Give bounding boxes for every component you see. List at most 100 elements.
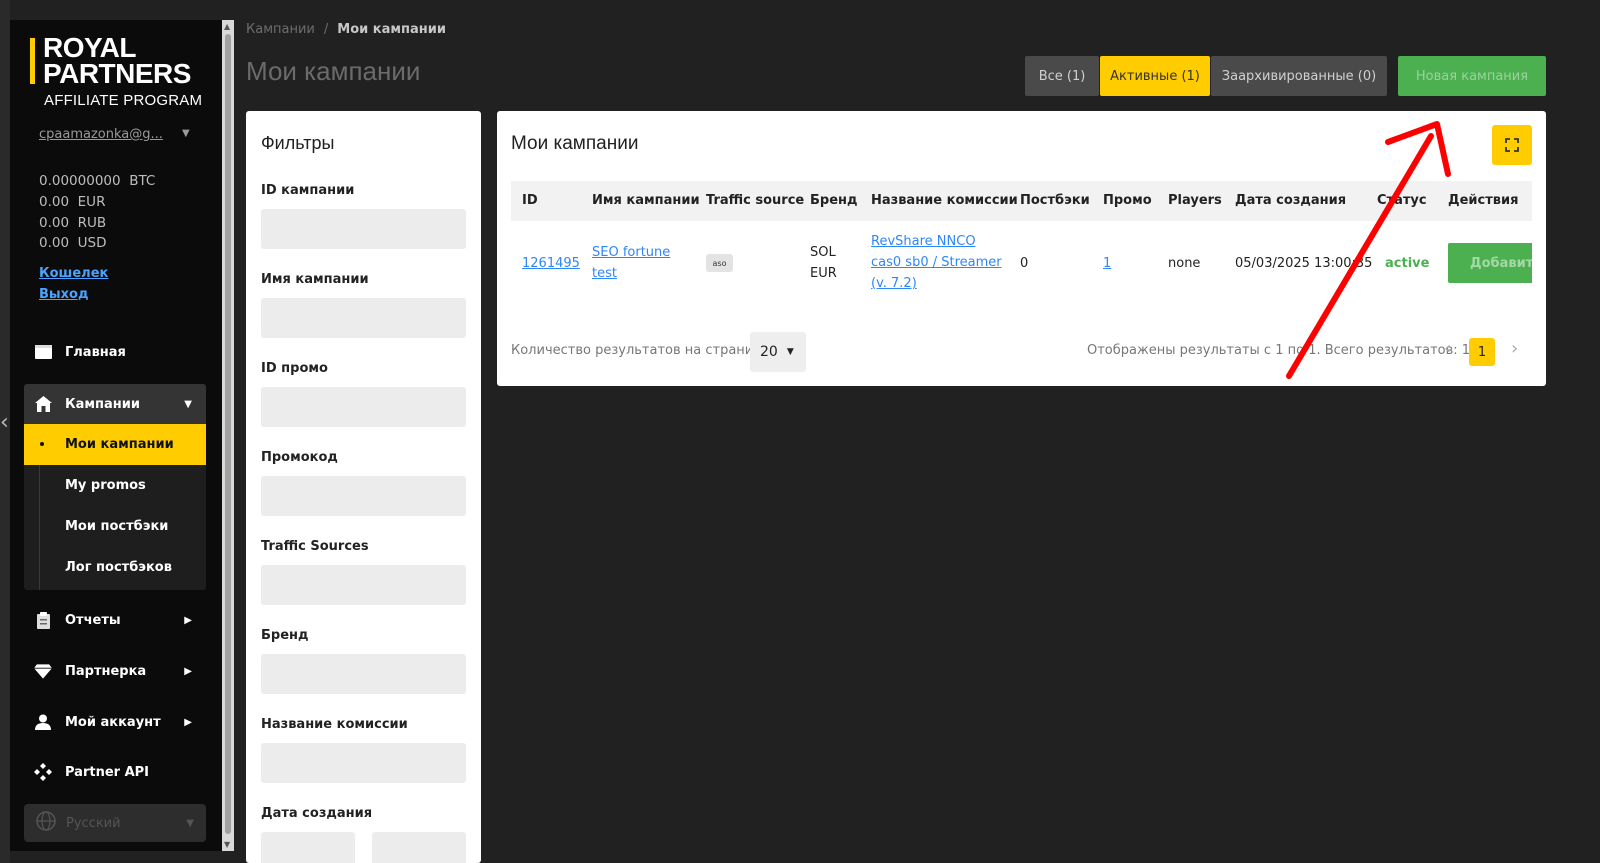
filter-archived-button[interactable]: Заархивированные (0) [1211, 56, 1387, 96]
expand-icon [1505, 138, 1519, 152]
filters-panel: Фильтры ID кампании Имя кампании ID пром… [246, 111, 481, 863]
commission-input[interactable] [261, 743, 466, 783]
api-icon [34, 763, 52, 781]
royal-partners-logo[interactable]: ROYAL PARTNERS AFFILIATE PROGRAM [30, 34, 220, 114]
logo-line3: AFFILIATE PROGRAM [44, 92, 203, 109]
date-from-input[interactable] [261, 832, 355, 863]
card-title: Мои кампании [511, 133, 639, 154]
sub-item-postback-log[interactable]: Лог постбэков [24, 547, 206, 588]
language-label: Русский [66, 815, 121, 831]
caret-down-icon: ▼ [786, 347, 794, 357]
commission-link-line2[interactable]: cas0 sb0 / Streamer [871, 252, 1002, 273]
nav-item-partner[interactable]: Партнерка ▶ [24, 651, 206, 691]
next-page-icon[interactable]: › [1511, 339, 1518, 359]
col-created[interactable]: Дата создания [1235, 193, 1346, 208]
filter-label-campaign-name: Имя кампании [261, 272, 369, 287]
diamond-icon [34, 662, 52, 680]
col-id[interactable]: ID [522, 193, 538, 208]
col-name[interactable]: Имя кампании [592, 193, 700, 208]
home-icon [34, 343, 52, 361]
breadcrumb-root[interactable]: Кампании [246, 22, 315, 37]
scrollbar-thumb[interactable] [225, 34, 231, 834]
campaign-id-link[interactable]: 1261495 [522, 253, 580, 274]
commission-link-line1[interactable]: RevShare NNCO [871, 231, 976, 252]
campaigns-table: ID Имя кампании Traffic source Бренд Наз… [511, 181, 1532, 301]
collapse-chevron-icon[interactable]: ‹ [0, 412, 9, 434]
nav-label-partner: Партнерка [65, 663, 147, 679]
traffic-sources-input[interactable] [261, 565, 466, 605]
nav-item-reports[interactable]: Отчеты ▶ [24, 600, 206, 640]
filter-label-campaign-id: ID кампании [261, 183, 355, 198]
active-dot [40, 442, 44, 446]
caret-down-icon: ▼ [184, 398, 192, 410]
filters-title: Фильтры [261, 133, 335, 153]
nav-item-partner-api[interactable]: Partner API [24, 752, 206, 792]
brand-line2: EUR [810, 266, 837, 281]
date-to-input[interactable] [372, 832, 466, 863]
filter-all-button[interactable]: Все (1) [1025, 56, 1099, 96]
promo-link[interactable]: 1 [1103, 253, 1111, 274]
promocode-input[interactable] [261, 476, 466, 516]
sub-item-my-postbacks[interactable]: Мои постбэки [24, 506, 206, 547]
nav-label-api: Partner API [65, 764, 150, 780]
col-postbacks[interactable]: Постбэки [1020, 193, 1090, 208]
nav-label-campaigns: Кампании [65, 396, 140, 412]
house-icon [34, 395, 52, 413]
logo-bar [30, 38, 35, 84]
col-actions: Действия [1448, 193, 1519, 208]
scroll-up-icon[interactable]: ▲ [224, 22, 230, 31]
created-date: 05/03/2025 13:00:35 [1235, 256, 1373, 271]
sub-item-my-promos[interactable]: My promos [24, 465, 206, 506]
nav-item-campaigns[interactable]: Кампании ▼ [24, 384, 206, 424]
clipboard-icon [34, 611, 52, 629]
logo-line2: PARTNERS [43, 58, 191, 89]
language-select[interactable]: Русский ▼ [24, 804, 206, 842]
col-promo[interactable]: Промо [1103, 193, 1152, 208]
nav-item-campaigns-row[interactable]: Кампании ▼ [24, 384, 206, 424]
wallet-link[interactable]: Кошелек [39, 266, 108, 281]
sub-label: My promos [65, 478, 146, 493]
user-email-dropdown[interactable]: cpaamazonka@g... [39, 127, 163, 142]
postbacks-value: 0 [1020, 256, 1029, 271]
prev-page-icon[interactable]: ‹ [1444, 339, 1451, 359]
col-commission[interactable]: Название комиссии [871, 193, 1018, 208]
sub-label: Мои кампании [65, 437, 174, 452]
balances-list: 0.00000000 BTC 0.00 EUR 0.00 RUB 0.00 US… [39, 171, 155, 254]
filter-label-commission: Название комиссии [261, 717, 408, 732]
logout-link[interactable]: Выход [39, 287, 88, 302]
brand-input[interactable] [261, 654, 466, 694]
caret-right-icon: ▶ [184, 665, 192, 677]
nav-label-account: Мой аккаунт [65, 714, 161, 730]
per-page-label: Количество результатов на странице [511, 343, 771, 358]
campaign-name-input[interactable] [261, 298, 466, 338]
balance-rub: 0.00 RUB [39, 214, 107, 231]
chevron-down-icon[interactable]: ▼ [182, 128, 190, 139]
nav-item-account[interactable]: Мой аккаунт ▶ [24, 702, 206, 742]
col-status[interactable]: Статус [1377, 193, 1427, 208]
scroll-down-icon[interactable]: ▼ [224, 840, 230, 849]
promo-id-input[interactable] [261, 387, 466, 427]
filter-label-traffic-sources: Traffic Sources [261, 539, 369, 554]
fullscreen-button[interactable] [1492, 125, 1532, 165]
nav-item-home[interactable]: Главная [24, 332, 206, 372]
balance-btc: 0.00000000 BTC [39, 173, 156, 189]
col-players[interactable]: Players [1168, 193, 1222, 208]
sub-item-my-campaigns[interactable]: Мои кампании [24, 424, 206, 465]
add-button[interactable]: Добавить [1448, 243, 1532, 283]
col-brand[interactable]: Бренд [810, 193, 858, 208]
new-campaign-button[interactable]: Новая кампания [1398, 56, 1546, 96]
campaign-name-link-line2[interactable]: test [592, 263, 617, 284]
current-page-button[interactable]: 1 [1469, 338, 1495, 366]
col-traffic-source[interactable]: Traffic source [706, 193, 804, 208]
table-header: ID Имя кампании Traffic source Бренд Наз… [511, 181, 1532, 221]
filter-label-promo-id: ID промо [261, 361, 328, 376]
sidebar-scrollbar[interactable]: ▲ ▼ [222, 20, 234, 851]
campaign-id-input[interactable] [261, 209, 466, 249]
per-page-select[interactable]: 20 ▼ [750, 332, 806, 372]
commission-link-line3[interactable]: (v. 7.2) [871, 273, 917, 294]
balance-usd: 0.00 USD [39, 235, 107, 252]
campaign-name-link-line1[interactable]: SEO fortune [592, 242, 670, 263]
sub-label: Мои постбэки [65, 519, 169, 534]
caret-right-icon: ▶ [184, 716, 192, 728]
filter-active-button[interactable]: Активные (1) [1100, 56, 1210, 96]
